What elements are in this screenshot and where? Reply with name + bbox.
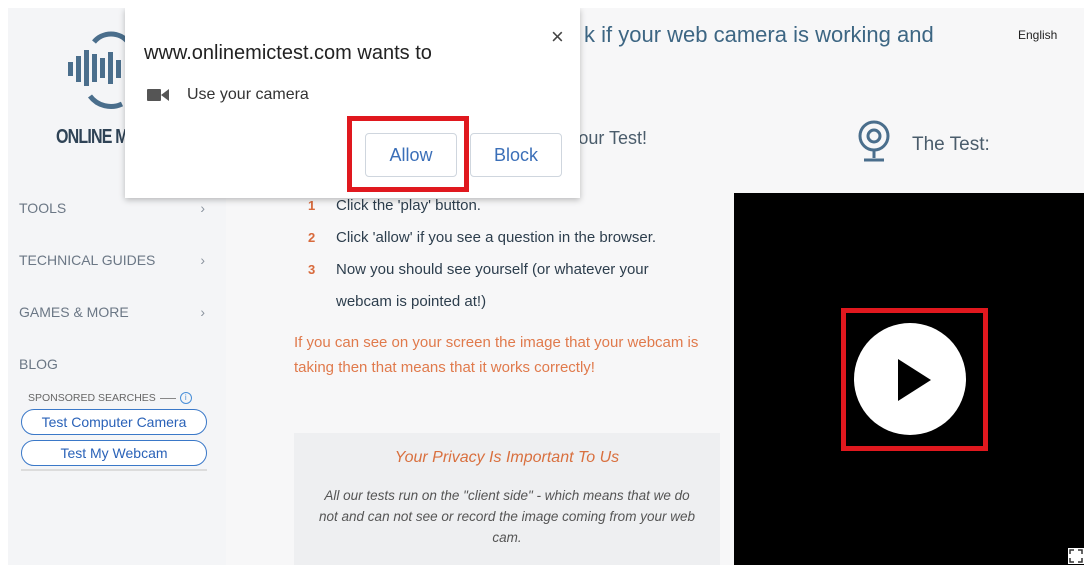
chevron-right-icon: › bbox=[200, 252, 205, 268]
step-text: webcam is pointed at!) bbox=[336, 293, 487, 310]
highlight-box bbox=[347, 116, 469, 192]
divider bbox=[21, 469, 207, 471]
webcam-icon bbox=[858, 120, 890, 162]
privacy-body: All our tests run on the "client side" -… bbox=[319, 488, 695, 545]
sponsored-link[interactable]: Test Computer Camera bbox=[21, 409, 207, 435]
close-icon[interactable]: × bbox=[551, 24, 564, 50]
chevron-right-icon: › bbox=[200, 304, 205, 320]
logo-text: ONLINE M bbox=[56, 126, 129, 148]
language-select[interactable]: English bbox=[1018, 28, 1057, 42]
sidebar-item-label: TECHNICAL GUIDES bbox=[19, 252, 156, 268]
test-heading: The Test: bbox=[912, 134, 990, 155]
step-number: 2 bbox=[308, 230, 316, 245]
step-text: Now you should see yourself (or whatever… bbox=[336, 261, 649, 278]
sidebar-item-tools[interactable]: TOOLS › bbox=[19, 200, 209, 216]
video-camera-icon bbox=[147, 89, 169, 101]
highlight-box bbox=[841, 308, 988, 451]
chevron-right-icon: › bbox=[200, 200, 205, 216]
list-item: webcam is pointed at!) bbox=[306, 286, 656, 318]
sidebar-item-games-more[interactable]: GAMES & MORE › bbox=[19, 304, 209, 320]
instructions-list: 1 Click the 'play' button. 2 Click 'allo… bbox=[306, 190, 656, 318]
list-item: 2 Click 'allow' if you see a question in… bbox=[306, 222, 656, 254]
dialog-title: www.onlinemictest.com wants to bbox=[144, 42, 432, 64]
sidebar-item-blog[interactable]: BLOG bbox=[19, 356, 209, 372]
info-paragraph: If you can see on your screen the image … bbox=[294, 334, 699, 376]
sponsored-searches: SPONSORED SEARCHES i bbox=[28, 392, 192, 404]
step-text: Click the 'play' button. bbox=[336, 197, 481, 214]
list-item: 3 Now you should see yourself (or whatev… bbox=[306, 254, 656, 286]
step-text: Click 'allow' if you see a question in t… bbox=[336, 229, 657, 246]
divider bbox=[159, 397, 176, 399]
sidebar-item-label: GAMES & MORE bbox=[19, 304, 129, 320]
page: ONLINE M TOOLS › TECHNICAL GUIDES › GAME… bbox=[8, 8, 1084, 565]
sponsored-label: SPONSORED SEARCHES bbox=[28, 392, 156, 404]
step-number: 3 bbox=[308, 262, 316, 277]
info-icon[interactable]: i bbox=[179, 392, 192, 404]
block-button[interactable]: Block bbox=[470, 133, 562, 177]
sidebar-item-label: BLOG bbox=[19, 356, 58, 372]
sponsored-link[interactable]: Test My Webcam bbox=[21, 440, 207, 466]
privacy-title: Your Privacy Is Important To Us bbox=[394, 449, 620, 466]
privacy-box: Your Privacy Is Important To Us All our … bbox=[294, 433, 720, 565]
page-title: k if your web camera is working and bbox=[584, 22, 934, 47]
sidebar-item-label: TOOLS bbox=[19, 200, 67, 216]
permission-text: Use your camera bbox=[187, 86, 309, 103]
fullscreen-icon[interactable] bbox=[1068, 548, 1084, 564]
sidebar-item-technical-guides[interactable]: TECHNICAL GUIDES › bbox=[19, 252, 209, 268]
